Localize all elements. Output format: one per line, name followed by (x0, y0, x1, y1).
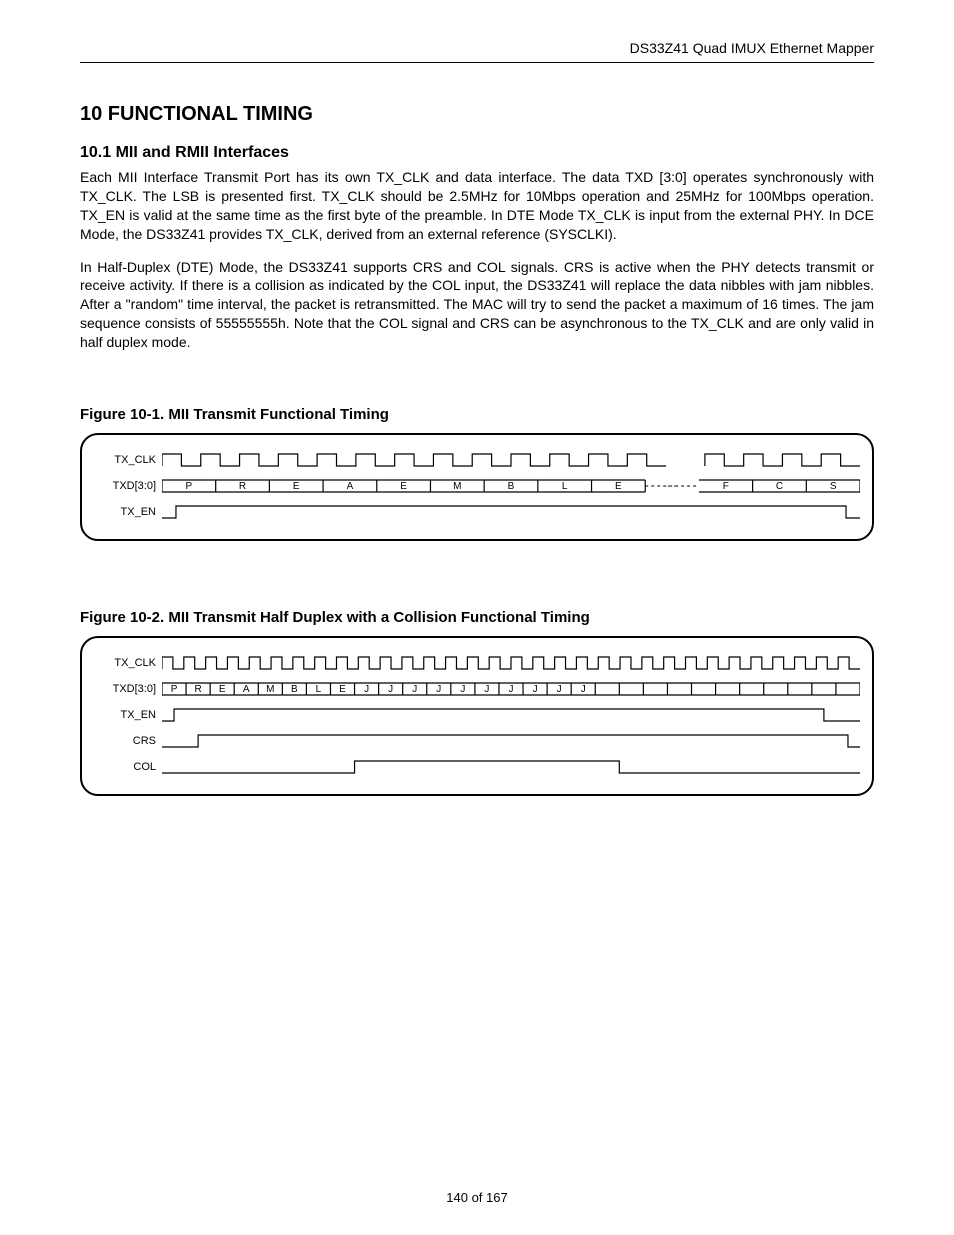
svg-text:P: P (171, 684, 178, 695)
svg-text:L: L (562, 481, 568, 492)
signal-label: TXD[3:0] (94, 683, 162, 695)
svg-text:L: L (316, 684, 322, 695)
signal-label: CRS (94, 735, 162, 747)
signal-row-crs: CRS (94, 730, 860, 752)
svg-text:E: E (400, 481, 407, 492)
svg-text:E: E (615, 481, 622, 492)
signal-row-txen: TX_EN (94, 501, 860, 523)
waveform-data-icon: PREAEMBLE- -FCS (162, 477, 860, 495)
svg-text:C: C (776, 481, 783, 492)
subsection-heading: 10.1 MII and RMII Interfaces (80, 144, 874, 162)
svg-text:J: J (364, 684, 369, 695)
svg-text:E: E (219, 684, 226, 695)
signal-row-txd: TXD[3:0] P R E A M B L E J J J J J J J J J J (94, 678, 860, 700)
waveform-data-icon: PREAMBLEJJJJJJJJJJ (162, 680, 860, 698)
signal-label: TX_CLK (94, 657, 162, 669)
figure-caption: Figure 10-2. MII Transmit Half Duplex wi… (80, 609, 874, 626)
svg-text:J: J (436, 684, 441, 695)
svg-text:R: R (195, 684, 202, 695)
waveform-col-icon (162, 758, 860, 776)
timing-diagram-fig2: TX_CLK TXD[3:0] P R E A M B L E J J J J J J J J J J TX_EN… (80, 636, 874, 796)
svg-text:B: B (508, 481, 515, 492)
timing-diagram-fig1: TX_CLK TXD[3:0] P R E A E M B L E - - F C S TX_EN (80, 433, 874, 541)
signal-label: TXD[3:0] (94, 480, 162, 492)
svg-text:J: J (509, 684, 514, 695)
signal-row-txd: TXD[3:0] P R E A E M B L E - - F C S (94, 475, 860, 497)
signal-row-txen: TX_EN (94, 704, 860, 726)
svg-text:B: B (291, 684, 298, 695)
svg-text:J: J (460, 684, 465, 695)
svg-text:J: J (557, 684, 562, 695)
signal-label: TX_CLK (94, 454, 162, 466)
svg-text:E: E (339, 684, 346, 695)
body-paragraph: Each MII Interface Transmit Port has its… (80, 168, 874, 244)
svg-text:M: M (453, 481, 461, 492)
svg-text:J: J (533, 684, 538, 695)
signal-row-txclk: TX_CLK (94, 652, 860, 674)
waveform-enable-icon (162, 706, 860, 724)
page-header: DS33Z41 Quad IMUX Ethernet Mapper (80, 40, 874, 63)
section-heading: 10 FUNCTIONAL TIMING (80, 103, 874, 126)
svg-text:J: J (581, 684, 586, 695)
svg-text:M: M (266, 684, 274, 695)
signal-label: TX_EN (94, 506, 162, 518)
svg-text:J: J (484, 684, 489, 695)
page: DS33Z41 Quad IMUX Ethernet Mapper 10 FUN… (0, 0, 954, 1235)
svg-text:S: S (830, 481, 837, 492)
signal-row-col: COL (94, 756, 860, 778)
waveform-enable-icon (162, 503, 860, 521)
svg-text:J: J (388, 684, 393, 695)
signal-row-txclk: TX_CLK (94, 449, 860, 471)
svg-text:- -: - - (667, 481, 676, 492)
body-paragraph: In Half-Duplex (DTE) Mode, the DS33Z41 s… (80, 258, 874, 352)
svg-text:J: J (412, 684, 417, 695)
figure-caption: Figure 10-1. MII Transmit Functional Tim… (80, 406, 874, 423)
waveform-crs-icon (162, 732, 860, 750)
svg-text:F: F (723, 481, 729, 492)
page-footer: 140 of 167 (0, 1190, 954, 1205)
waveform-clock-icon (162, 654, 860, 672)
svg-text:R: R (239, 481, 246, 492)
signal-label: COL (94, 761, 162, 773)
svg-text:A: A (347, 481, 354, 492)
svg-text:A: A (243, 684, 250, 695)
signal-label: TX_EN (94, 709, 162, 721)
waveform-clock-icon (162, 451, 860, 469)
svg-text:E: E (293, 481, 300, 492)
svg-text:P: P (186, 481, 193, 492)
